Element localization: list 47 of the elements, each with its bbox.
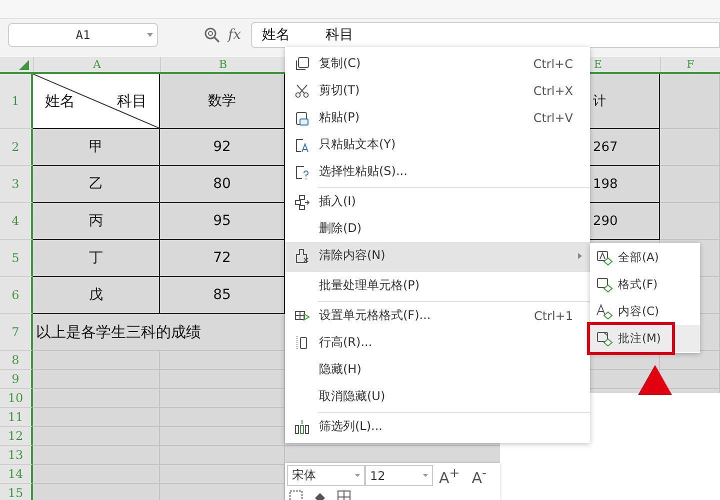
formula-field[interactable]: 姓名 科目 xyxy=(251,22,720,48)
increase-font-button[interactable]: A$^{+}$ xyxy=(433,464,466,486)
paste-special-icon xyxy=(294,164,310,180)
name-box[interactable]: A1 xyxy=(8,23,158,47)
menu-item[interactable]: 内容(C) xyxy=(590,298,700,325)
row-height-icon xyxy=(294,334,310,350)
menu-item[interactable]: 设置单元格格式(F)... Ctrl+1 xyxy=(285,302,590,329)
insert-icon xyxy=(294,194,310,210)
format-painter-icon[interactable] xyxy=(289,490,303,500)
font-dropdown[interactable]: 宋体 xyxy=(287,465,365,486)
menu-item[interactable]: 清除内容(N) xyxy=(285,242,590,272)
submenu-arrow-icon xyxy=(578,253,582,259)
table-cell: 甲 xyxy=(33,129,160,166)
caret-icon xyxy=(355,474,360,477)
decrease-font-button[interactable]: A$^{-}$ xyxy=(466,464,493,486)
caret-icon xyxy=(147,33,153,37)
table-cell: 戊 xyxy=(33,277,160,314)
scissors-icon xyxy=(294,82,310,98)
paste-text-icon xyxy=(294,136,310,152)
search-icon[interactable] xyxy=(204,27,220,43)
clear-option-icon xyxy=(596,330,614,346)
menu-item[interactable]: 行高(R)... xyxy=(285,329,590,356)
fx-label[interactable]: fx xyxy=(228,27,242,43)
size-dropdown[interactable]: 12 xyxy=(365,465,433,486)
menu-item[interactable]: 批注(M) xyxy=(590,325,700,352)
clipboard-icon xyxy=(294,110,310,126)
cell-text: 科目 xyxy=(117,92,147,110)
menu-item[interactable]: 格式(F) xyxy=(590,271,700,298)
caret-icon xyxy=(423,474,428,477)
select-all-icon[interactable] xyxy=(19,60,29,70)
eraser-icon xyxy=(294,248,310,264)
cell-text: 以上是各学生三科的成绩 xyxy=(35,322,201,342)
copy-icon xyxy=(294,56,310,72)
cell-text: 姓名 xyxy=(45,92,75,110)
clear-option-icon xyxy=(596,250,614,266)
table-cell: 丁 xyxy=(33,240,160,277)
clear-option-icon xyxy=(596,276,614,292)
table-cell: 乙 xyxy=(33,166,160,203)
table-cell: 丙 xyxy=(33,203,160,240)
border-icon[interactable] xyxy=(337,490,351,500)
clear-option-icon xyxy=(596,304,614,320)
menu-item[interactable]: 全部(A) xyxy=(590,244,700,271)
columns-icon xyxy=(294,418,310,434)
fill-icon[interactable] xyxy=(313,490,327,500)
menu-item[interactable]: 筛选列(L)... xyxy=(285,413,590,440)
pointer-arrow xyxy=(638,365,672,395)
menu-item[interactable]: 隐藏(H) xyxy=(285,356,590,383)
